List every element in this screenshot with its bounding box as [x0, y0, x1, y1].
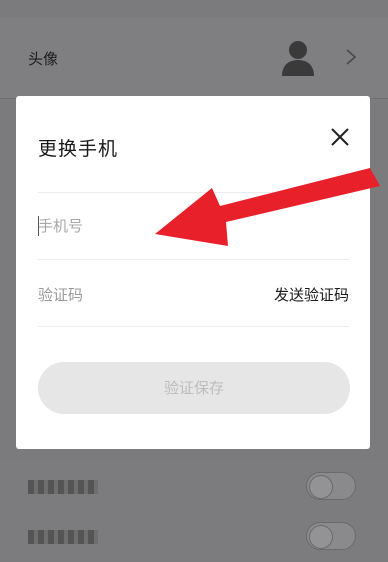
avatar-row: 头像 [0, 18, 388, 99]
divider [38, 326, 349, 327]
divider [38, 259, 349, 260]
settings-switch-row [0, 462, 388, 512]
verification-code-field[interactable]: 验证码 [38, 284, 83, 305]
verify-save-button[interactable]: 验证保存 [38, 362, 350, 414]
toggle-switch [306, 522, 356, 550]
phone-input[interactable] [38, 208, 338, 244]
avatar-row-label: 头像 [28, 50, 59, 68]
blurred-label [28, 530, 98, 544]
toggle-switch [306, 472, 356, 500]
chevron-right-icon [346, 49, 357, 65]
send-code-button[interactable]: 发送验证码 [274, 284, 349, 305]
user-silhouette-icon [282, 41, 314, 76]
close-icon[interactable] [329, 126, 351, 148]
divider [38, 192, 349, 193]
text-caret [38, 216, 39, 236]
change-phone-dialog: 更换手机 验证码 发送验证码 验证保存 [16, 96, 370, 449]
settings-switch-row [0, 512, 388, 562]
dialog-title: 更换手机 [38, 138, 119, 160]
blurred-label [28, 480, 98, 494]
